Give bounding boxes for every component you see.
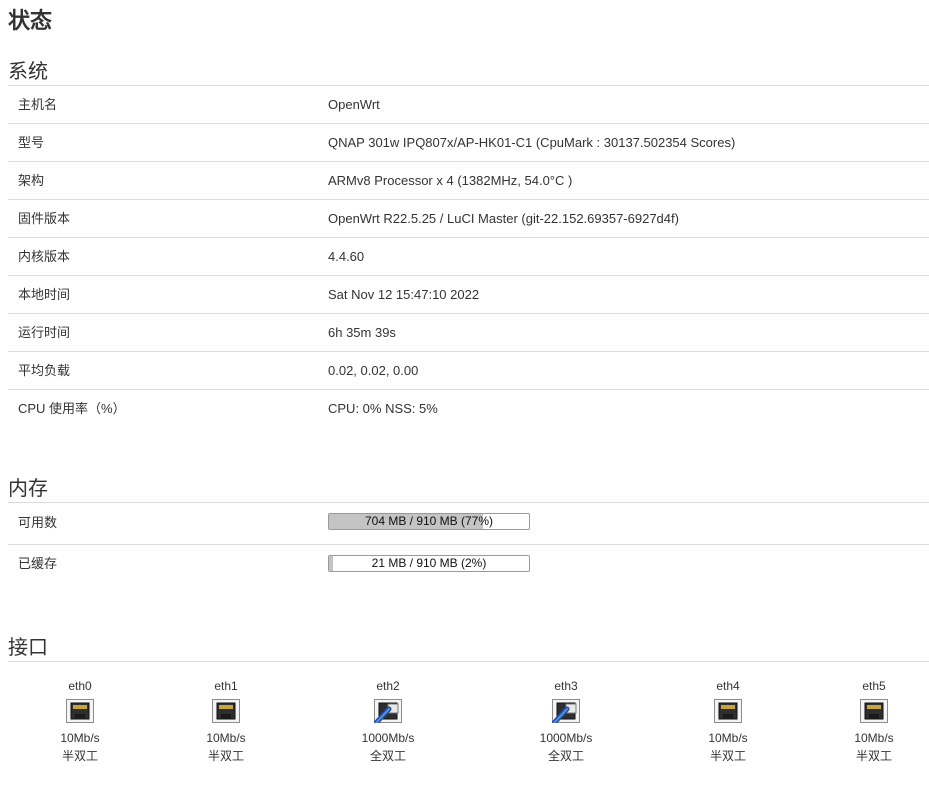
row-value: 4.4.60 (328, 249, 365, 264)
port-eth2: eth2 1000Mb/s 全双工 (343, 678, 433, 765)
row-value: OpenWrt (328, 97, 380, 112)
row-value: QNAP 301w IPQ807x/AP-HK01-C1 (CpuMark : … (328, 135, 736, 150)
row-label: 已缓存 (18, 556, 58, 571)
row-label: 主机名 (18, 97, 58, 112)
system-row-cpu-usage: CPU 使用率（%） CPU: 0% NSS: 5% (8, 390, 929, 427)
row-value: CPU: 0% NSS: 5% (328, 401, 438, 416)
port-eth3: eth3 1000Mb/s 全双工 (521, 678, 611, 765)
ethernet-port-disconnected-icon (66, 699, 94, 723)
port-speed: 10Mb/s (854, 731, 894, 745)
port-eth4: eth4 10Mb/s 半双工 (683, 678, 773, 765)
row-value: ARMv8 Processor x 4 (1382MHz, 54.0°C ) (328, 173, 573, 188)
port-name: eth5 (862, 679, 886, 693)
row-label: 架构 (18, 173, 45, 188)
port-speed: 1000Mb/s (539, 731, 593, 745)
port-duplex: 半双工 (207, 749, 244, 763)
ethernet-port-disconnected-icon (860, 699, 888, 723)
progress-text: 704 MB / 910 MB (77%) (364, 514, 494, 528)
row-value: 0.02, 0.02, 0.00 (328, 363, 419, 378)
port-name: eth3 (554, 679, 578, 693)
port-eth5: eth5 10Mb/s 半双工 (829, 678, 919, 765)
port-name: eth2 (376, 679, 400, 693)
system-row-uptime: 运行时间 6h 35m 39s (8, 314, 929, 352)
memory-section-title: 内存 (8, 478, 48, 500)
port-eth1: eth1 10Mb/s 半双工 (181, 678, 271, 765)
row-value: Sat Nov 12 15:47:10 2022 (328, 287, 480, 302)
port-speed: 1000Mb/s (361, 731, 415, 745)
port-duplex: 半双工 (61, 749, 98, 763)
port-eth0: eth0 10Mb/s 半双工 (35, 678, 125, 765)
ethernet-port-connected-icon (374, 699, 402, 723)
system-row-local-time: 本地时间 Sat Nov 12 15:47:10 2022 (8, 276, 929, 314)
page-title: 状态 (8, 8, 53, 33)
interfaces-section-title: 接口 (8, 637, 48, 659)
system-section-title: 系统 (8, 61, 48, 83)
port-name: eth0 (68, 679, 92, 693)
row-value: OpenWrt R22.5.25 / LuCI Master (git-22.1… (328, 211, 679, 226)
row-label: 本地时间 (18, 287, 71, 302)
port-speed: 10Mb/s (206, 731, 246, 745)
ethernet-port-disconnected-icon (714, 699, 742, 723)
interfaces-divider (8, 661, 929, 662)
port-duplex: 半双工 (855, 749, 892, 763)
ethernet-port-connected-icon (552, 699, 580, 723)
port-speed: 10Mb/s (60, 731, 100, 745)
system-row-hostname: 主机名 OpenWrt (8, 86, 929, 124)
row-label: 内核版本 (18, 249, 71, 264)
row-label: 型号 (18, 135, 45, 150)
system-row-architecture: 架构 ARMv8 Processor x 4 (1382MHz, 54.0°C … (8, 162, 929, 200)
port-speed: 10Mb/s (708, 731, 748, 745)
system-row-firmware: 固件版本 OpenWrt R22.5.25 / LuCI Master (git… (8, 200, 929, 238)
row-label: 平均负载 (18, 363, 71, 378)
row-label: 固件版本 (18, 211, 71, 226)
port-name: eth1 (214, 679, 238, 693)
memory-available-progress-bar: 704 MB / 910 MB (77%) (328, 513, 530, 530)
system-row-kernel: 内核版本 4.4.60 (8, 238, 929, 276)
port-duplex: 半双工 (709, 749, 746, 763)
ethernet-port-disconnected-icon (212, 699, 240, 723)
port-duplex: 全双工 (369, 749, 406, 763)
system-row-model: 型号 QNAP 301w IPQ807x/AP-HK01-C1 (CpuMark… (8, 124, 929, 162)
system-row-load-average: 平均负载 0.02, 0.02, 0.00 (8, 352, 929, 390)
row-label: 运行时间 (18, 325, 71, 340)
memory-cached-progress-bar: 21 MB / 910 MB (2%) (328, 555, 530, 572)
port-duplex: 全双工 (547, 749, 584, 763)
row-value: 6h 35m 39s (328, 325, 396, 340)
row-label: CPU 使用率（%） (18, 401, 126, 416)
row-label: 可用数 (18, 515, 58, 530)
port-name: eth4 (716, 679, 740, 693)
progress-text: 21 MB / 910 MB (2%) (371, 556, 487, 570)
